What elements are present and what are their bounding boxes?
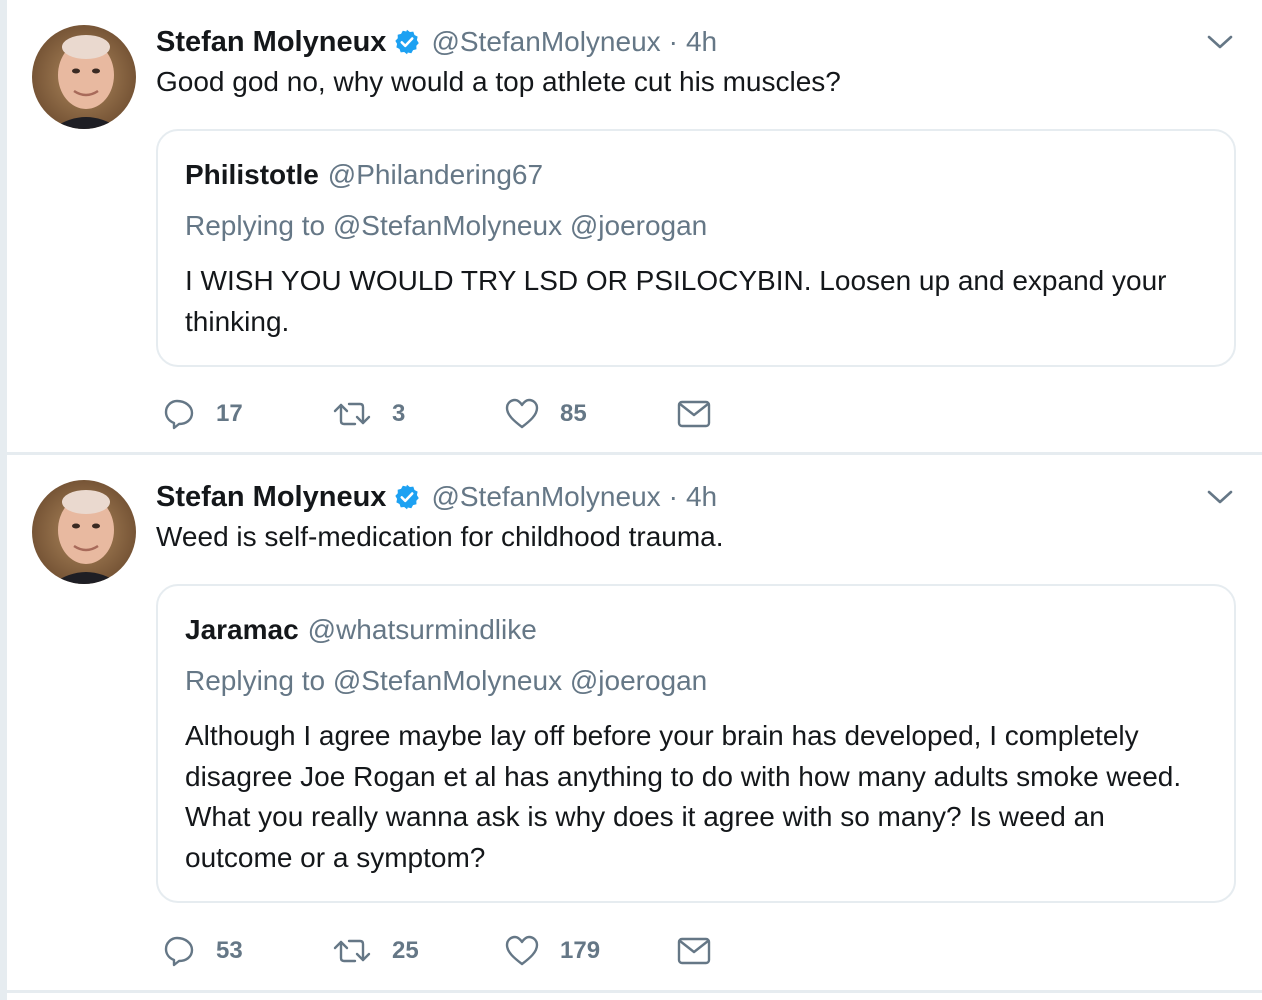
like-button[interactable]: 179 bbox=[504, 931, 600, 971]
tweet-header: Stefan Molyneux @StefanMolyneux · 4h bbox=[156, 477, 717, 517]
retweet-button[interactable]: 25 bbox=[332, 931, 419, 971]
quoted-tweet[interactable]: Jaramac @whatsurmindlike Replying to @St… bbox=[156, 584, 1236, 903]
direct-message-icon bbox=[677, 936, 711, 966]
quoted-text: I WISH YOU WOULD TRY LSD OR PSILOCYBIN. … bbox=[185, 265, 1167, 337]
reply-count: 17 bbox=[216, 400, 243, 427]
retweet-count: 25 bbox=[392, 937, 419, 964]
replying-to: Replying to @StefanMolyneux @joerogan bbox=[185, 665, 708, 696]
reply-button[interactable]: 17 bbox=[162, 394, 243, 434]
tweet[interactable]: Stefan Molyneux @StefanMolyneux · 4h Wee… bbox=[7, 455, 1262, 990]
replying-to: Replying to @StefanMolyneux @joerogan bbox=[185, 210, 708, 241]
tweet[interactable]: Stefan Molyneux @StefanMolyneux · 4h Goo… bbox=[7, 0, 1262, 453]
quoted-text: Although I agree maybe lay off before yo… bbox=[185, 720, 1182, 873]
reply-icon bbox=[162, 934, 196, 968]
author-handle[interactable]: @StefanMolyneux bbox=[431, 481, 660, 513]
retweet-button[interactable]: 3 bbox=[332, 394, 405, 434]
tweet-text: Good god no, why would a top athlete cut… bbox=[156, 66, 841, 97]
retweet-icon bbox=[332, 934, 372, 968]
retweet-count: 3 bbox=[392, 400, 406, 427]
direct-message-button[interactable] bbox=[677, 394, 711, 434]
timestamp[interactable]: 4h bbox=[686, 481, 717, 513]
quoted-header: Philistotle @Philandering67 bbox=[185, 159, 543, 191]
chevron-down-icon[interactable] bbox=[1206, 487, 1234, 507]
tweet-header: Stefan Molyneux @StefanMolyneux · 4h bbox=[156, 22, 717, 62]
avatar[interactable] bbox=[32, 480, 136, 584]
reply-count: 53 bbox=[216, 937, 243, 964]
like-count: 85 bbox=[560, 400, 587, 427]
like-count: 179 bbox=[560, 937, 601, 964]
left-rail bbox=[0, 0, 7, 1000]
direct-message-button[interactable] bbox=[677, 931, 711, 971]
verified-badge-icon bbox=[393, 28, 421, 56]
like-icon bbox=[504, 397, 540, 431]
tweet-text: Weed is self-medication for childhood tr… bbox=[156, 521, 724, 552]
reply-button[interactable]: 53 bbox=[162, 931, 243, 971]
reply-icon bbox=[162, 397, 196, 431]
like-icon bbox=[504, 934, 540, 968]
chevron-down-icon[interactable] bbox=[1206, 32, 1234, 52]
retweet-icon bbox=[332, 397, 372, 431]
author-handle[interactable]: @StefanMolyneux bbox=[431, 26, 660, 58]
quoted-header: Jaramac @whatsurmindlike bbox=[185, 614, 537, 646]
divider bbox=[7, 990, 1262, 993]
quoted-author-name: Philistotle bbox=[185, 159, 319, 190]
separator: · bbox=[668, 26, 678, 57]
like-button[interactable]: 85 bbox=[504, 394, 587, 434]
author-name[interactable]: Stefan Molyneux bbox=[156, 481, 386, 514]
direct-message-icon bbox=[677, 399, 711, 429]
quoted-tweet[interactable]: Philistotle @Philandering67 Replying to … bbox=[156, 129, 1236, 367]
avatar[interactable] bbox=[32, 25, 136, 129]
verified-badge-icon bbox=[393, 483, 421, 511]
timestamp[interactable]: 4h bbox=[686, 26, 717, 58]
author-name[interactable]: Stefan Molyneux bbox=[156, 26, 386, 59]
quoted-author-name: Jaramac bbox=[185, 614, 299, 645]
quoted-author-handle: @whatsurmindlike bbox=[307, 614, 537, 645]
quoted-author-handle: @Philandering67 bbox=[327, 159, 544, 190]
separator: · bbox=[668, 481, 678, 512]
